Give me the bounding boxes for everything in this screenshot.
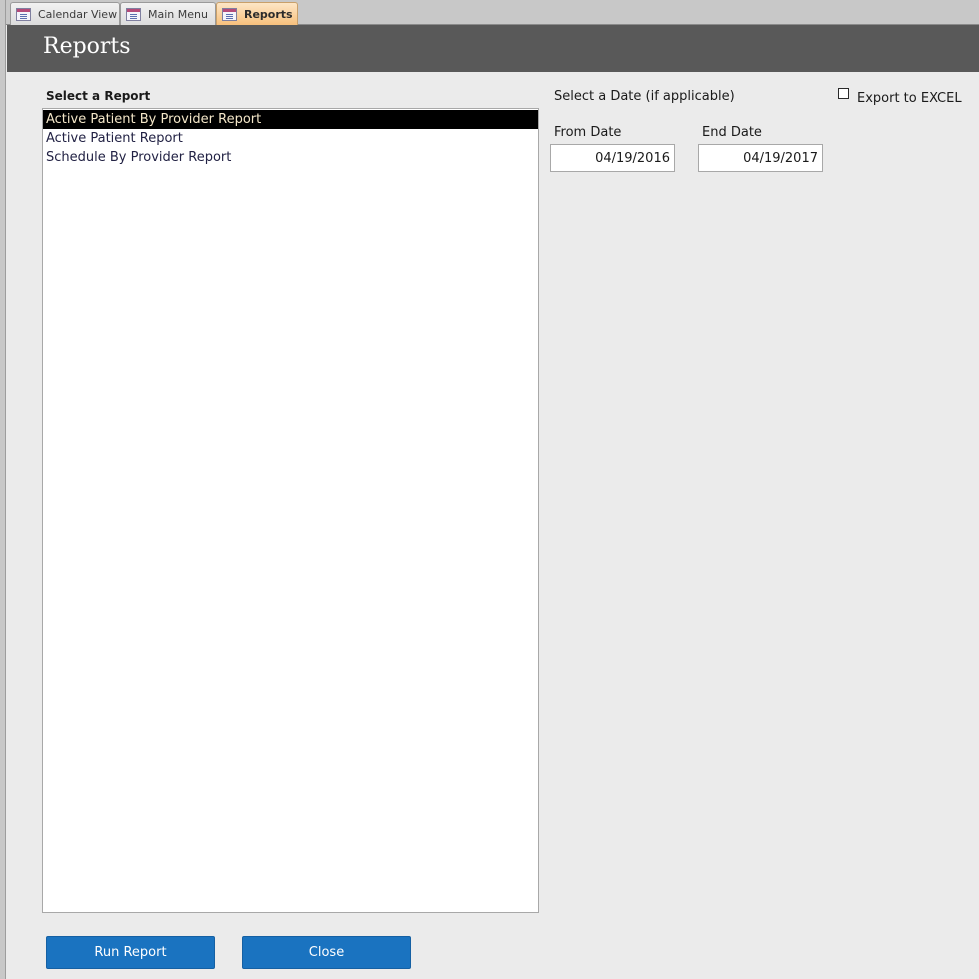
window-left-border xyxy=(0,0,6,979)
form-icon xyxy=(126,7,141,21)
form-icon xyxy=(16,7,31,21)
select-report-label: Select a Report xyxy=(46,89,151,103)
export-excel-checkbox[interactable] xyxy=(838,88,849,99)
page-title: Reports xyxy=(43,34,131,59)
form-header: Reports xyxy=(7,25,979,72)
tab-label: Calendar View xyxy=(38,7,118,21)
list-item[interactable]: Active Patient By Provider Report xyxy=(43,110,538,129)
tab-calendar-view[interactable]: Calendar View xyxy=(10,2,120,25)
list-item[interactable]: Schedule By Provider Report xyxy=(43,148,538,167)
run-report-button[interactable]: Run Report xyxy=(46,936,215,969)
from-date-input[interactable] xyxy=(550,144,675,172)
list-item[interactable]: Active Patient Report xyxy=(43,129,538,148)
tab-main-menu[interactable]: Main Menu xyxy=(120,2,216,25)
tab-label: Reports xyxy=(244,7,293,21)
access-app-window: Calendar View Main Menu Reports Reports … xyxy=(0,0,979,979)
from-date-label: From Date xyxy=(554,125,622,140)
export-excel-label: Export to EXCEL xyxy=(857,91,962,106)
end-date-input[interactable] xyxy=(698,144,823,172)
select-date-label: Select a Date (if applicable) xyxy=(554,89,735,104)
form-icon xyxy=(222,7,237,21)
document-tab-strip: Calendar View Main Menu Reports xyxy=(6,0,979,25)
end-date-label: End Date xyxy=(702,125,762,140)
report-listbox[interactable]: Active Patient By Provider Report Active… xyxy=(42,108,539,913)
close-button[interactable]: Close xyxy=(242,936,411,969)
tab-reports[interactable]: Reports xyxy=(216,2,298,25)
tab-label: Main Menu xyxy=(148,7,208,21)
